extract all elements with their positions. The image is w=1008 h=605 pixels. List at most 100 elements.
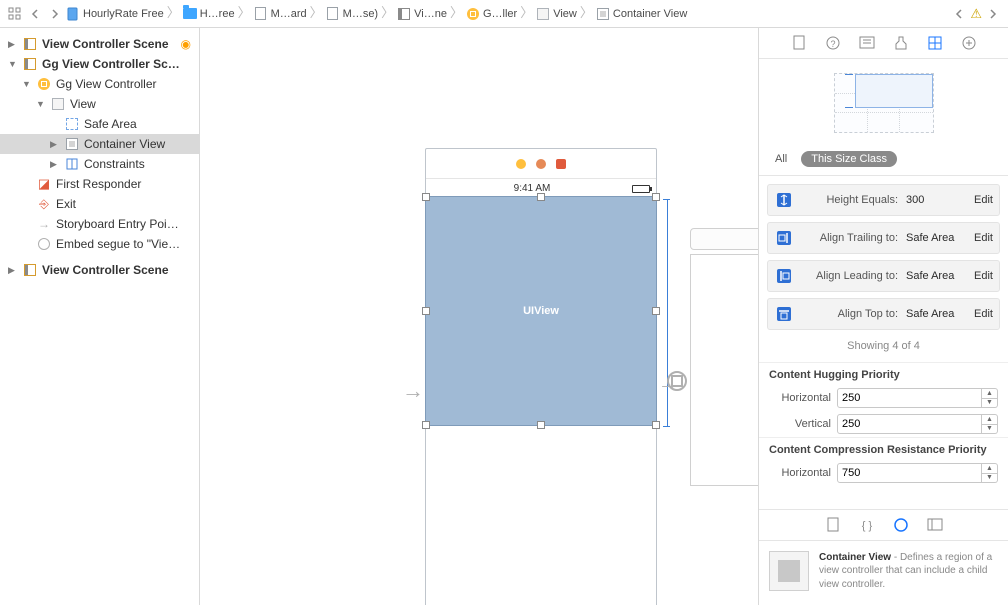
top-constraint-icon — [774, 304, 794, 324]
outline-viewcontroller[interactable]: ▼ Gg View Controller — [0, 74, 199, 94]
outline-view[interactable]: ▼ View — [0, 94, 199, 114]
crumb-base-file[interactable]: M…se) — [326, 7, 378, 21]
viewcontroller-icon — [466, 7, 480, 21]
crumb-scene[interactable]: Vi…ne — [397, 7, 447, 21]
device-scene[interactable]: 9:41 AM UIView — [425, 148, 657, 605]
outline-scene[interactable]: ▶ View Controller Scene — [0, 260, 199, 280]
outline-constraints[interactable]: ▶ Constraints — [0, 154, 199, 174]
dock-viewcontroller-icon[interactable] — [516, 159, 526, 169]
trailing-constraint-icon — [774, 228, 794, 248]
prev-issue-button[interactable] — [950, 5, 968, 23]
scene-icon — [397, 7, 411, 21]
disclosure-icon[interactable]: ▶ — [8, 265, 18, 276]
code-snippet-library-tab[interactable]: { } — [858, 516, 876, 534]
resize-handle[interactable] — [537, 421, 545, 429]
edit-constraint-button[interactable]: Edit — [974, 308, 993, 320]
inspector-panel: ? All — [758, 28, 1008, 605]
leading-constraint-icon — [774, 266, 794, 286]
scope-thissize-button[interactable]: This Size Class — [801, 151, 897, 167]
resize-handle[interactable] — [652, 307, 660, 315]
hugging-vertical-input[interactable] — [837, 414, 982, 434]
object-library-tab[interactable] — [892, 516, 910, 534]
crumb-folder[interactable]: H…ree — [183, 7, 235, 21]
doc-icon — [326, 7, 340, 21]
disclosure-icon[interactable]: ▶ — [50, 139, 60, 150]
scope-all-button[interactable]: All — [769, 151, 793, 167]
dock-exit-icon[interactable] — [556, 159, 566, 169]
outline-exit[interactable]: ⎆ Exit — [0, 194, 199, 214]
edit-constraint-button[interactable]: Edit — [974, 194, 993, 206]
crumb-project[interactable]: HourlyRate Free — [66, 7, 164, 21]
disclosure-icon[interactable]: ▼ — [8, 59, 18, 69]
size-scope-bar: All This Size Class — [759, 147, 1008, 176]
file-template-library-tab[interactable] — [824, 516, 842, 534]
next-issue-button[interactable] — [984, 5, 1002, 23]
doc-icon — [254, 7, 268, 21]
entry-point-arrow-icon[interactable]: → — [402, 378, 424, 404]
resize-handle[interactable] — [422, 193, 430, 201]
scene-dock[interactable] — [426, 149, 656, 179]
outline-scene[interactable]: ▶ View Controller Scene ◉ — [0, 34, 199, 54]
doc-icon — [66, 7, 80, 21]
related-items-icon[interactable] — [6, 5, 24, 23]
stepper[interactable]: ▲▼ — [982, 388, 998, 408]
embedded-vc-view[interactable] — [690, 254, 758, 486]
ib-canvas[interactable]: 9:41 AM UIView — [200, 28, 758, 605]
embed-segue-icon[interactable] — [667, 371, 687, 391]
quickhelp-inspector-tab[interactable]: ? — [824, 34, 842, 52]
connections-inspector-tab[interactable] — [960, 34, 978, 52]
crumb-viewcontroller[interactable]: G…ller — [466, 7, 517, 21]
identity-inspector-tab[interactable] — [858, 34, 876, 52]
scene-titlebar[interactable]: View Controller — [690, 228, 758, 250]
library-item-thumb — [769, 551, 809, 591]
resize-handle[interactable] — [422, 421, 430, 429]
crumb-container-view[interactable]: Container View — [596, 7, 687, 21]
disclosure-icon[interactable]: ▼ — [22, 79, 32, 89]
resize-handle[interactable] — [537, 193, 545, 201]
battery-icon — [632, 185, 650, 193]
resize-handle[interactable] — [652, 421, 660, 429]
stepper[interactable]: ▲▼ — [982, 463, 998, 483]
crumb-storyboard[interactable]: M…ard — [254, 7, 307, 21]
library-item[interactable]: Container View - Defines a region of a v… — [759, 541, 1008, 605]
stepper[interactable]: ▲▼ — [982, 414, 998, 434]
outline-embed-segue[interactable]: Embed segue to "Vie… — [0, 234, 199, 254]
dock-firstresponder-icon[interactable] — [536, 159, 546, 169]
constraint-row[interactable]: Height Equals: 300 Edit — [767, 184, 1000, 216]
edit-constraint-button[interactable]: Edit — [974, 232, 993, 244]
section-header: Content Compression Resistance Priority — [759, 437, 1008, 460]
container-icon — [596, 7, 610, 21]
segue-icon — [36, 236, 52, 252]
container-view-selected[interactable]: UIView — [425, 196, 657, 426]
disclosure-icon[interactable]: ▼ — [36, 99, 46, 109]
constraint-row[interactable]: Align Leading to: Safe Area Edit — [767, 260, 1000, 292]
constraint-row[interactable]: Align Trailing to: Safe Area Edit — [767, 222, 1000, 254]
compress-horizontal-input[interactable] — [837, 463, 982, 483]
disclosure-icon[interactable]: ▶ — [50, 159, 60, 170]
viewcontroller-icon — [36, 76, 52, 92]
constraint-row[interactable]: Align Top to: Safe Area Edit — [767, 298, 1000, 330]
edit-constraint-button[interactable]: Edit — [974, 270, 993, 282]
outline-first-responder[interactable]: ◪ First Responder — [0, 174, 199, 194]
resize-handle[interactable] — [652, 193, 660, 201]
outline-safearea[interactable]: Safe Area — [0, 114, 199, 134]
resize-handle[interactable] — [422, 307, 430, 315]
outline-scene[interactable]: ▼ Gg View Controller Sc… — [0, 54, 199, 74]
forward-button[interactable] — [46, 5, 64, 23]
crumb-view[interactable]: View — [536, 7, 577, 21]
size-inspector-tab[interactable] — [926, 34, 944, 52]
hugging-horizontal-input[interactable] — [837, 388, 982, 408]
warning-icon[interactable]: ⚠︎ — [970, 6, 982, 22]
document-outline: ▶ View Controller Scene ◉ ▼ Gg View Cont… — [0, 28, 200, 605]
attributes-inspector-tab[interactable] — [892, 34, 910, 52]
outline-containerview[interactable]: ▶ Container View — [0, 134, 199, 154]
outline-entry-point[interactable]: → Storyboard Entry Poi… — [0, 214, 199, 234]
media-library-tab[interactable] — [926, 516, 944, 534]
hugging-vertical-row: Vertical ▲▼ — [759, 411, 1008, 437]
cube-icon: ◪ — [36, 176, 52, 192]
embedded-vc-scene[interactable]: View Controller — [690, 228, 758, 486]
back-button[interactable] — [26, 5, 44, 23]
file-inspector-tab[interactable] — [790, 34, 808, 52]
disclosure-icon[interactable]: ▶ — [8, 39, 18, 50]
library-item-desc: Container View - Defines a region of a v… — [819, 551, 998, 592]
